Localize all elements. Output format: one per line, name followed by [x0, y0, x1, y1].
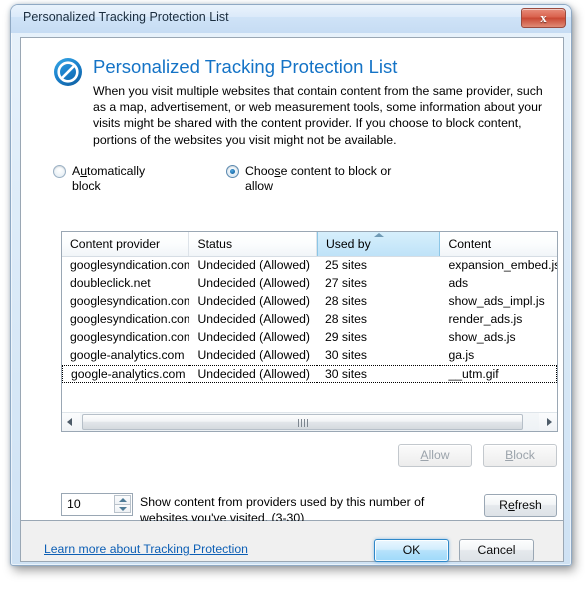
cell-status: Undecided (Allowed)	[197, 258, 310, 272]
cell-status: Undecided (Allowed)	[197, 294, 310, 308]
column-header-content[interactable]: Content	[440, 232, 557, 256]
providers-list[interactable]: Content provider Status Used by Content …	[61, 231, 558, 432]
scroll-right-icon[interactable]	[539, 413, 557, 431]
block-button[interactable]: Block	[483, 444, 557, 467]
site-count-value: 10	[67, 497, 81, 511]
cell-provider: googlesyndication.com	[70, 312, 190, 326]
cell-content: ga.js	[448, 348, 475, 362]
learn-more-link[interactable]: Learn more about Tracking Protection	[44, 542, 248, 556]
table-row[interactable]: googlesyndication.com Undecided (Allowed…	[62, 311, 557, 329]
cell-status: Undecided (Allowed)	[197, 330, 310, 344]
cell-used-by: 29 sites	[324, 330, 367, 344]
allow-button[interactable]: Allow	[398, 444, 472, 467]
intro-description: When you visit multiple websites that co…	[93, 84, 543, 147]
block-circle-icon	[52, 56, 84, 88]
cell-content: show_ads_impl.js	[448, 294, 545, 308]
column-header-used-by-label: Used by	[325, 237, 371, 251]
cell-used-by: 30 sites	[316, 365, 441, 383]
cancel-button[interactable]: Cancel	[459, 539, 534, 562]
column-header-status[interactable]: Status	[189, 232, 317, 256]
page-title: Personalized Tracking Protection List	[93, 56, 398, 77]
column-header-used-by[interactable]: Used by	[316, 232, 441, 256]
cell-provider: google-analytics.com	[62, 365, 190, 383]
cell-content: show_ads.js	[448, 330, 516, 344]
cell-content: __utm.gif	[440, 365, 557, 383]
desktop-background: Personalized Tracking Protection List x	[0, 0, 585, 592]
column-header-content-provider[interactable]: Content provider	[62, 232, 190, 256]
close-button[interactable]: x	[521, 8, 566, 28]
radio-indicator	[53, 165, 66, 178]
horizontal-scrollbar[interactable]	[62, 412, 557, 431]
stepper-up-icon[interactable]	[114, 495, 131, 504]
table-row[interactable]: googlesyndication.com Undecided (Allowed…	[62, 293, 557, 311]
site-count-stepper[interactable]: 10	[61, 493, 133, 516]
cell-provider: googlesyndication.com	[70, 294, 190, 308]
ok-button[interactable]: OK	[374, 539, 449, 562]
cell-content: ads	[448, 276, 469, 290]
table-row[interactable]: googlesyndication.com Undecided (Allowed…	[62, 257, 557, 275]
stepper-buttons[interactable]	[114, 495, 131, 514]
window-title: Personalized Tracking Protection List	[23, 10, 229, 24]
cell-used-by: 27 sites	[324, 276, 367, 290]
cell-provider: googlesyndication.com	[70, 330, 190, 344]
cell-used-by: 28 sites	[324, 312, 367, 326]
cell-provider: google-analytics.com	[70, 348, 185, 362]
cell-used-by: 25 sites	[324, 258, 367, 272]
radio-indicator	[226, 165, 239, 178]
stepper-down-icon[interactable]	[114, 504, 131, 513]
cell-provider: doubleclick.net	[70, 276, 151, 290]
table-row[interactable]: googlesyndication.com Undecided (Allowed…	[62, 329, 557, 347]
table-row[interactable]: google-analytics.com Undecided (Allowed)…	[62, 347, 557, 365]
radio-choose-content-label: Choose content to block or allow	[245, 164, 392, 193]
cell-used-by: 28 sites	[324, 294, 367, 308]
table-row[interactable]: doubleclick.net Undecided (Allowed) 27 s…	[62, 275, 557, 293]
sort-ascending-icon	[373, 233, 384, 237]
dialog-window: Personalized Tracking Protection List x	[10, 4, 572, 566]
cell-status: Undecided (Allowed)	[197, 312, 310, 326]
scrollbar-grip-icon	[297, 419, 309, 427]
cell-content: render_ads.js	[448, 312, 523, 326]
providers-list-rows: googlesyndication.com Undecided (Allowed…	[62, 257, 557, 409]
cell-status: Undecided (Allowed)	[189, 365, 317, 383]
title-bar: Personalized Tracking Protection List x	[11, 5, 571, 33]
scrollbar-thumb[interactable]	[82, 414, 523, 430]
cell-status: Undecided (Allowed)	[197, 348, 310, 362]
refresh-button[interactable]: Refresh	[484, 494, 557, 517]
radio-automatically-block-label: Automatically block	[72, 164, 146, 193]
close-icon: x	[540, 10, 547, 25]
providers-list-header: Content provider Status Used by Content	[62, 232, 557, 257]
cell-content: expansion_embed.js	[448, 258, 557, 272]
table-row[interactable]: google-analytics.com Undecided (Allowed)…	[62, 365, 557, 383]
cell-used-by: 30 sites	[324, 348, 367, 362]
cell-status: Undecided (Allowed)	[197, 276, 310, 290]
scroll-left-icon[interactable]	[62, 413, 80, 431]
cell-provider: googlesyndication.com	[70, 258, 190, 272]
dialog-content-panel: Personalized Tracking Protection List Wh…	[20, 37, 564, 525]
